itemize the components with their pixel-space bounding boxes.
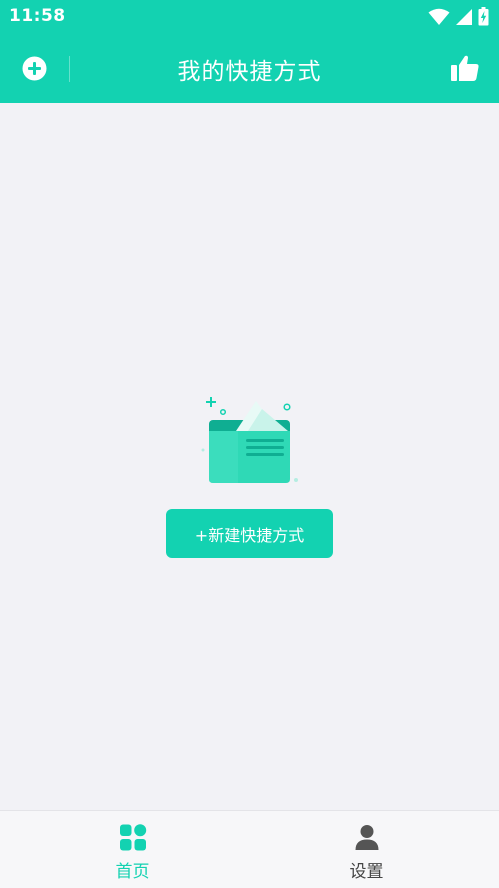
create-shortcut-button[interactable]: +新建快捷方式 <box>166 509 333 558</box>
app-bar: 我的快捷方式 <box>0 34 499 103</box>
grid-icon <box>119 824 146 851</box>
tab-home-label: 首页 <box>115 862 150 882</box>
battery-charging-icon <box>478 7 489 26</box>
page-title: 我的快捷方式 <box>177 59 322 85</box>
bottom-tab-bar: 首页 设置 <box>0 810 499 888</box>
person-icon <box>355 825 378 850</box>
tab-settings[interactable]: 设置 <box>242 811 491 888</box>
wifi-icon <box>428 8 450 25</box>
status-time: 11:58 <box>9 6 66 26</box>
empty-state-container: +新建快捷方式 <box>0 103 499 810</box>
empty-folder-illustration <box>201 397 298 483</box>
tab-settings-label: 设置 <box>349 862 384 882</box>
thumbs-up-icon[interactable] <box>450 53 480 83</box>
tab-home[interactable]: 首页 <box>8 811 257 888</box>
status-bar: 11:58 <box>0 0 499 34</box>
signal-icon <box>456 8 472 25</box>
status-icons <box>428 7 489 26</box>
